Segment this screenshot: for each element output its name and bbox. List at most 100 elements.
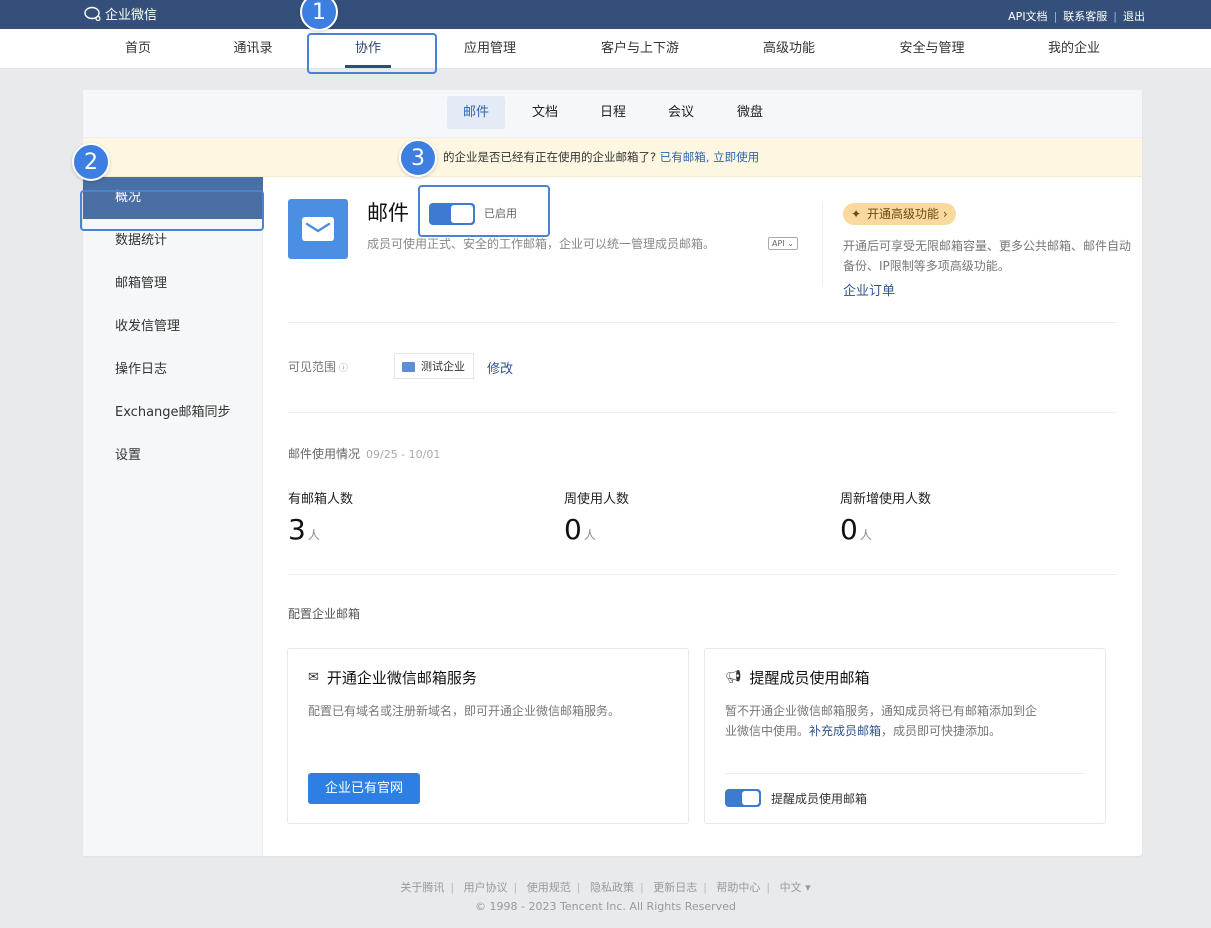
logo-text: 企业微信 xyxy=(105,8,158,23)
sidebar-item-overview[interactable]: 概况 xyxy=(83,177,263,219)
notice-message: 的企业是否已经有正在使用的企业邮箱了? xyxy=(443,150,657,164)
main-nav: 首页 通讯录 协作 应用管理 客户与上下游 高级功能 安全与管理 我的企业 xyxy=(0,29,1211,69)
section-divider xyxy=(288,574,1117,575)
notice-use-now-link[interactable]: 已有邮箱, 立即使用 xyxy=(660,150,759,164)
nav-collaboration[interactable]: 协作 xyxy=(344,29,392,69)
footer-link-help[interactable]: 帮助中心 xyxy=(716,881,760,894)
main-panel: 邮件 文档 日程 会议 微盘 的企业是否已经有正在使用的企业邮箱了? 已有邮箱,… xyxy=(83,90,1142,856)
sidebar-item-exchange-sync[interactable]: Exchange邮箱同步 xyxy=(83,392,263,434)
subtab-meeting[interactable]: 会议 xyxy=(652,96,710,129)
footer-separator: | xyxy=(639,881,644,894)
stat-value: 0 xyxy=(840,513,858,546)
api-docs-link[interactable]: API文档 xyxy=(1008,8,1047,24)
stat-mailbox-users: 有邮箱人数 3人 xyxy=(288,488,353,546)
footer-link-about[interactable]: 关于腾讯 xyxy=(400,881,444,894)
wecom-logo[interactable]: 企业微信 xyxy=(84,4,157,23)
sidebar-item-settings[interactable]: 设置 xyxy=(83,435,263,477)
footer-separator: | xyxy=(513,881,518,894)
card-description: 暂不开通企业微信邮箱服务，通知成员将已有邮箱添加到企 业微信中使用。补充成员邮箱… xyxy=(725,701,1037,741)
top-bar: 企业微信 API文档 | 联系客服 | 退出 xyxy=(0,0,1211,29)
nav-advanced[interactable]: 高级功能 xyxy=(763,29,815,69)
stat-weekly-users: 周使用人数 0人 xyxy=(564,488,629,546)
org-chip: 测试企业 xyxy=(394,353,474,379)
section-divider xyxy=(288,412,1117,413)
nav-app-management[interactable]: 应用管理 xyxy=(464,29,516,69)
toggle-knob xyxy=(451,205,473,223)
top-link-separator: | xyxy=(1113,9,1117,23)
megaphone-icon: 📢︎ xyxy=(725,670,742,685)
info-icon[interactable]: ⓘ xyxy=(339,364,348,374)
top-links: API文档 | 联系客服 | 退出 xyxy=(1008,8,1145,24)
card-title-text: 提醒成员使用邮箱 xyxy=(749,669,870,687)
contact-support-link[interactable]: 联系客服 xyxy=(1063,8,1107,24)
footer-separator: | xyxy=(450,881,455,894)
enterprise-order-link[interactable]: 企业订单 xyxy=(843,280,895,299)
card-title: ✉ 开通企业微信邮箱服务 xyxy=(308,667,477,688)
stat-label: 周使用人数 xyxy=(564,492,630,507)
edit-visibility-link[interactable]: 修改 xyxy=(487,358,513,377)
remind-row: 提醒成员使用邮箱 xyxy=(725,789,867,807)
sidebar-item-operation-log[interactable]: 操作日志 xyxy=(83,349,263,391)
footer-copyright: © 1998 - 2023 Tencent Inc. All Rights Re… xyxy=(475,900,736,913)
notice-text: 的企业是否已经有正在使用的企业邮箱了? 已有邮箱, 立即使用 xyxy=(443,138,759,177)
logout-link[interactable]: 退出 xyxy=(1123,8,1145,24)
folder-icon xyxy=(402,362,415,372)
sparkle-icon: ✦ xyxy=(851,207,862,221)
subtab-mail[interactable]: 邮件 xyxy=(446,96,506,129)
visibility-label-text: 可见范围 xyxy=(288,360,337,374)
subtab-docs[interactable]: 文档 xyxy=(516,96,574,129)
card-title: 📢︎ 提醒成员使用邮箱 xyxy=(725,667,870,688)
mail-enable-toggle[interactable] xyxy=(429,203,475,225)
card-description: 配置已有域名或注册新域名，即可开通企业微信邮箱服务。 xyxy=(308,704,621,718)
stat-value-row: 0人 xyxy=(840,513,931,546)
open-mail-service-card: ✉ 开通企业微信邮箱服务 配置已有域名或注册新域名，即可开通企业微信邮箱服务。 企… xyxy=(287,648,689,824)
stat-value-row: 0人 xyxy=(564,513,629,546)
envelope-icon xyxy=(302,217,334,241)
annotation-badge-3: 3 xyxy=(399,139,437,177)
nav-my-enterprise[interactable]: 我的企业 xyxy=(1048,29,1100,69)
sidebar: 概况 数据统计 邮箱管理 收发信管理 操作日志 Exchange邮箱同步 设置 xyxy=(83,177,263,856)
sidebar-item-mailbox-management[interactable]: 邮箱管理 xyxy=(83,263,263,305)
wecom-logo-icon xyxy=(84,6,101,21)
stat-value: 0 xyxy=(564,513,582,546)
subtab-schedule[interactable]: 日程 xyxy=(584,96,642,129)
footer-link-privacy[interactable]: 隐私政策 xyxy=(590,881,634,894)
card-title-text: 开通企业微信邮箱服务 xyxy=(326,669,477,687)
stat-unit: 人 xyxy=(307,528,320,542)
stat-label: 周新增使用人数 xyxy=(840,492,932,507)
footer-link-changelog[interactable]: 更新日志 xyxy=(653,881,697,894)
footer-separator: | xyxy=(703,881,707,894)
has-website-button[interactable]: 企业已有官网 xyxy=(308,773,421,804)
api-tag[interactable]: API ⌄ xyxy=(768,237,798,250)
nav-customers[interactable]: 客户与上下游 xyxy=(601,29,679,69)
stat-weekly-new-users: 周新增使用人数 0人 xyxy=(840,488,931,546)
app-title: 邮件 xyxy=(367,201,409,225)
section-divider xyxy=(288,322,1117,323)
footer-link-rules[interactable]: 使用规范 xyxy=(527,881,571,894)
language-select[interactable]: 中文 ▾ xyxy=(780,881,811,894)
sidebar-item-statistics[interactable]: 数据统计 xyxy=(83,220,263,262)
footer-separator: | xyxy=(576,881,581,894)
remind-members-card: 📢︎ 提醒成员使用邮箱 暂不开通企业微信邮箱服务，通知成员将已有邮箱添加到企 业微… xyxy=(704,648,1106,824)
vertical-divider xyxy=(822,201,823,287)
add-member-email-link[interactable]: 补充成员邮箱 xyxy=(809,724,881,738)
nav-security[interactable]: 安全与管理 xyxy=(899,29,964,69)
stat-unit: 人 xyxy=(583,528,596,542)
remind-members-toggle[interactable] xyxy=(725,789,761,807)
card-description-line: 暂不开通企业微信邮箱服务，通知成员将已有邮箱添加到企 xyxy=(725,704,1038,718)
envelope-icon: ✉ xyxy=(308,670,319,685)
footer-link-agreement[interactable]: 用户协议 xyxy=(464,881,508,894)
subtab-drive[interactable]: 微盘 xyxy=(721,96,779,129)
content-area: 邮件 已启用 成员可使用正式、安全的工作邮箱，企业可以统一管理成员邮箱。 API… xyxy=(263,177,1142,856)
nav-home[interactable]: 首页 xyxy=(125,29,151,69)
api-tag-label: API xyxy=(772,239,785,248)
nav-contacts[interactable]: 通讯录 xyxy=(233,29,272,69)
card-description-line: 业微信中使用。补充成员邮箱，成员即可快捷添加。 xyxy=(725,721,1037,741)
app-description: 成员可使用正式、安全的工作邮箱，企业可以统一管理成员邮箱。 xyxy=(367,237,716,251)
stat-value: 3 xyxy=(288,513,306,546)
sidebar-item-send-receive[interactable]: 收发信管理 xyxy=(83,306,263,348)
usage-title-text: 邮件使用情况 xyxy=(288,447,361,461)
upgrade-button[interactable]: ✦ 开通高级功能 › xyxy=(843,203,956,225)
upgrade-description: 开通后可享受无限邮箱容量、更多公共邮箱、邮件自动备份、IP限制等多项高级功能。 xyxy=(843,239,1132,273)
sub-nav: 邮件 文档 日程 会议 微盘 xyxy=(83,90,1142,138)
